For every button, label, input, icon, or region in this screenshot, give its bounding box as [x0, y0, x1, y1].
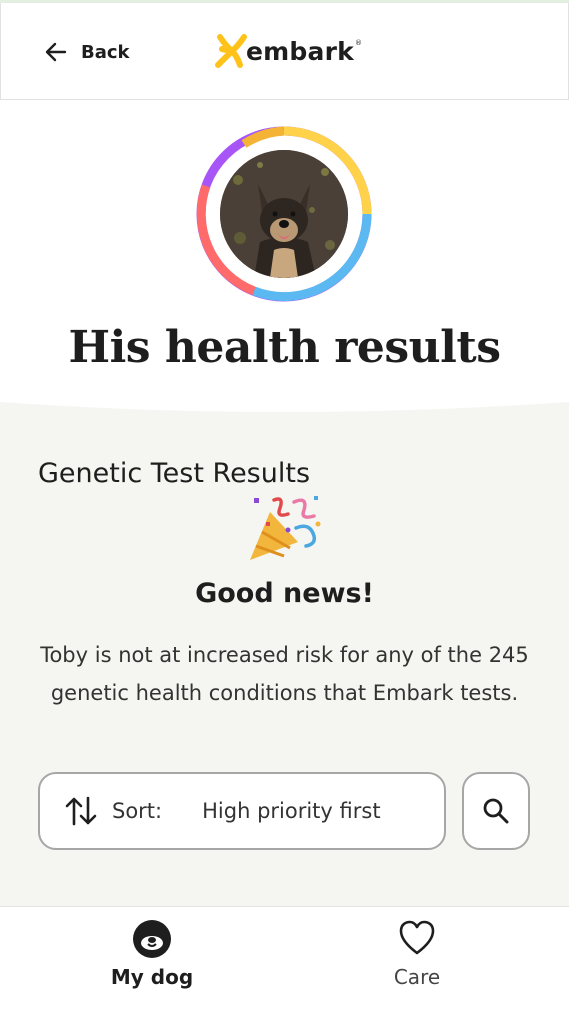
sort-value: High priority first [202, 799, 381, 823]
dog-face-icon [133, 920, 171, 958]
logo-registered-mark: ® [354, 39, 362, 47]
nav-label-my-dog: My dog [110, 965, 194, 989]
nav-item-my-dog[interactable]: My dog [82, 919, 222, 989]
top-header: Back embark ® [0, 3, 569, 100]
logo-wordmark: embark [246, 36, 354, 66]
bottom-navigation: My dog Care [0, 906, 569, 1025]
sort-dropdown[interactable]: Sort: High priority first [38, 772, 446, 850]
sort-arrows-icon [65, 796, 97, 826]
nav-item-care[interactable]: Care [347, 919, 487, 989]
arrow-left-icon [45, 42, 67, 62]
party-popper-icon [244, 492, 324, 564]
good-news-heading: Good news! [195, 578, 374, 609]
search-button[interactable] [462, 772, 530, 850]
sort-label: Sort: [112, 799, 163, 823]
embark-logo: embark ® [214, 33, 362, 69]
section-title: Genetic Test Results [38, 458, 311, 489]
page-title: His health results [68, 322, 501, 373]
dog-avatar [194, 124, 374, 304]
search-icon [483, 798, 509, 824]
back-label: Back [81, 41, 130, 63]
heart-icon [399, 920, 435, 955]
dog-photo [220, 150, 348, 278]
back-button[interactable]: Back [45, 37, 130, 67]
nav-label-care: Care [393, 965, 441, 989]
results-description: Toby is not at increased risk for any of… [40, 643, 529, 705]
embark-logo-mark-icon [215, 34, 247, 68]
